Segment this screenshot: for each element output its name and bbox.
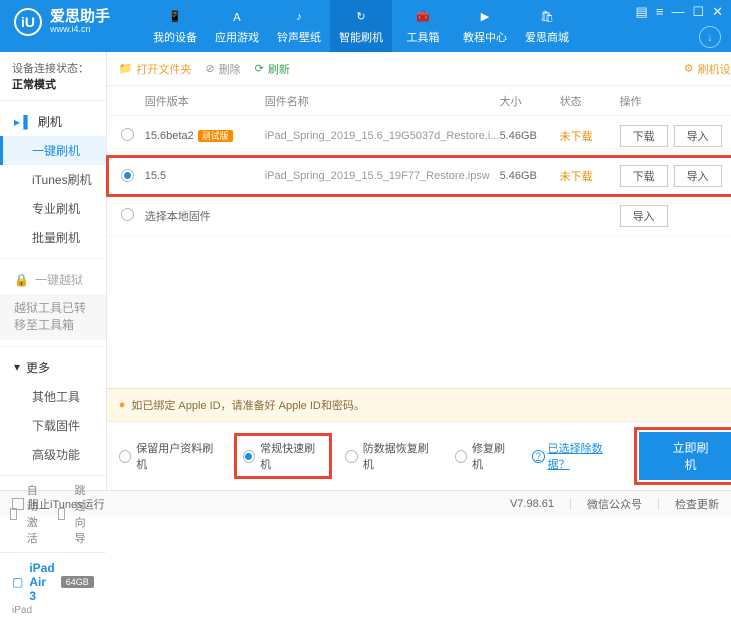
table-row[interactable]: 15.6beta2测试版 iPad_Spring_2019_15.6_19G50…: [107, 116, 731, 156]
download-manager-button[interactable]: ↓: [699, 26, 721, 48]
sidebar-section-flash[interactable]: ▸ ▌刷机: [0, 107, 106, 136]
apps-icon: Ａ: [228, 8, 246, 26]
minimize-icon[interactable]: —: [671, 4, 684, 20]
th-ops: 操作: [620, 93, 731, 109]
connection-status: 设备连接状态：正常模式: [0, 52, 106, 101]
sidebar-options: 自动激活 跳过向导: [0, 475, 106, 552]
download-button[interactable]: 下载: [620, 125, 668, 147]
sidebar-item-batch[interactable]: 批量刷机: [0, 223, 106, 252]
device-card[interactable]: ▢ iPad Air 3 64GB iPad: [0, 552, 106, 624]
import-button[interactable]: 导入: [674, 125, 722, 147]
delete-button[interactable]: ⊘删除: [205, 61, 240, 77]
device-icon: ▸ ▌: [14, 115, 32, 129]
tablet-icon: ▢: [12, 575, 23, 589]
refresh-button[interactable]: ⟳刷新: [255, 61, 290, 77]
close-icon[interactable]: ✕: [712, 4, 723, 20]
top-nav: 📱我的设备 Ａ应用游戏 ♪铃声壁纸 ↻智能刷机 🧰工具箱 ▶教程中心 🛍爱思商城: [144, 0, 578, 52]
gear-icon: ⚙: [684, 62, 694, 75]
sidebar: 设备连接状态：正常模式 ▸ ▌刷机 一键刷机 iTunes刷机 专业刷机 批量刷…: [0, 52, 107, 490]
warning-icon: ●: [119, 399, 126, 411]
brand-name: 爱思助手: [50, 9, 110, 26]
sidebar-section-jailbreak[interactable]: 🔒一键越狱: [0, 265, 106, 294]
nav-flash[interactable]: ↻智能刷机: [330, 0, 392, 52]
sidebar-item-downloaded[interactable]: 下载固件: [0, 411, 106, 440]
jailbreak-note: 越狱工具已转移至工具箱: [0, 294, 106, 340]
brand-url: www.i4.cn: [50, 25, 110, 35]
device-model: iPad: [12, 605, 94, 616]
device-name: iPad Air 3: [29, 561, 54, 603]
book-icon: ▶: [476, 8, 494, 26]
main-panel: 📁打开文件夹 ⊘删除 ⟳刷新 ⚙刷机设置 固件版本 固件名称 大小 状态 操作 …: [107, 52, 731, 490]
row-radio[interactable]: [121, 208, 134, 221]
lock-icon[interactable]: ≡: [656, 4, 664, 20]
info-icon: ?: [532, 450, 545, 463]
beta-tag: 测试版: [198, 130, 233, 142]
delete-icon: ⊘: [205, 62, 214, 75]
brand-block: iU 爱思助手 www.i4.cn: [0, 0, 124, 36]
wechat-link[interactable]: 微信公众号: [587, 496, 642, 512]
title-bar: iU 爱思助手 www.i4.cn 📱我的设备 Ａ应用游戏 ♪铃声壁纸 ↻智能刷…: [0, 0, 731, 52]
menu-icon[interactable]: ▤: [636, 4, 648, 20]
nav-store[interactable]: 🛍爱思商城: [516, 0, 578, 52]
sidebar-section-more[interactable]: ▾更多: [0, 353, 106, 382]
nav-tutorial[interactable]: ▶教程中心: [454, 0, 516, 52]
opt-keep-data[interactable]: 保留用户资料刷机: [119, 440, 221, 472]
check-update-link[interactable]: 检查更新: [675, 496, 719, 512]
th-status: 状态: [560, 93, 620, 109]
version-label: V7.98.61: [510, 498, 554, 510]
th-version: 固件版本: [145, 93, 265, 109]
th-size: 大小: [500, 93, 560, 109]
opt-repair[interactable]: 修复刷机: [455, 440, 515, 472]
toolbox-icon: 🧰: [414, 8, 432, 26]
maximize-icon[interactable]: ☐: [692, 4, 704, 20]
sidebar-item-oneclick[interactable]: 一键刷机: [0, 136, 106, 165]
import-button[interactable]: 导入: [620, 205, 668, 227]
refresh-icon: ⟳: [255, 62, 264, 75]
firmware-name: iPad_Spring_2019_15.6_19G5037d_Restore.i…: [265, 130, 500, 142]
flash-icon: ↻: [352, 8, 370, 26]
sidebar-item-itunes[interactable]: iTunes刷机: [0, 165, 106, 194]
folder-icon: 📁: [119, 62, 133, 75]
open-folder-button[interactable]: 📁打开文件夹: [119, 61, 192, 77]
music-icon: ♪: [290, 8, 308, 26]
table-row-local[interactable]: 选择本地固件 导入: [107, 196, 731, 236]
nav-ring[interactable]: ♪铃声壁纸: [268, 0, 330, 52]
row-radio[interactable]: [121, 169, 134, 182]
start-flash-button[interactable]: 立即刷机: [639, 432, 731, 480]
nav-apps[interactable]: Ａ应用游戏: [206, 0, 268, 52]
phone-icon: 📱: [166, 8, 184, 26]
nav-my-device[interactable]: 📱我的设备: [144, 0, 206, 52]
block-itunes-checkbox[interactable]: [12, 498, 24, 510]
sidebar-item-other-tools[interactable]: 其他工具: [0, 382, 106, 411]
window-controls: ▤ ≡ — ☐ ✕: [636, 0, 731, 20]
apple-id-alert: ● 如已绑定 Apple ID，请准备好 Apple ID和密码。 ✕: [107, 388, 731, 421]
flash-settings-button[interactable]: ⚙刷机设置: [684, 61, 731, 77]
firmware-name: iPad_Spring_2019_15.5_19F77_Restore.ipsw: [265, 170, 500, 182]
storage-badge: 64GB: [61, 576, 94, 588]
import-button[interactable]: 导入: [674, 165, 722, 187]
sidebar-item-pro[interactable]: 专业刷机: [0, 194, 106, 223]
logo-icon: iU: [14, 8, 42, 36]
bag-icon: 🛍: [538, 8, 556, 26]
table-header: 固件版本 固件名称 大小 状态 操作: [107, 86, 731, 116]
chevron-down-icon: ▾: [14, 360, 20, 374]
local-firmware-label: 选择本地固件: [145, 208, 211, 224]
toolbar: 📁打开文件夹 ⊘删除 ⟳刷新 ⚙刷机设置: [107, 52, 731, 86]
download-button[interactable]: 下载: [620, 165, 668, 187]
status-bar: 阻止iTunes运行 V7.98.61 微信公众号 检查更新: [0, 490, 731, 516]
flash-options: 保留用户资料刷机 常规快速刷机 防数据恢复刷机 修复刷机 ?已选择除数据？ 立即…: [107, 421, 731, 490]
opt-anti-recover[interactable]: 防数据恢复刷机: [345, 440, 436, 472]
row-radio[interactable]: [121, 128, 134, 141]
opt-normal-flash[interactable]: 常规快速刷机: [239, 438, 328, 474]
nav-tools[interactable]: 🧰工具箱: [392, 0, 454, 52]
table-row[interactable]: 15.5 iPad_Spring_2019_15.5_19F77_Restore…: [107, 156, 731, 196]
sidebar-item-advanced[interactable]: 高级功能: [0, 440, 106, 469]
lock-icon: 🔒: [14, 273, 29, 287]
th-name: 固件名称: [265, 93, 500, 109]
exclude-data-link[interactable]: ?已选择除数据？: [532, 440, 621, 472]
